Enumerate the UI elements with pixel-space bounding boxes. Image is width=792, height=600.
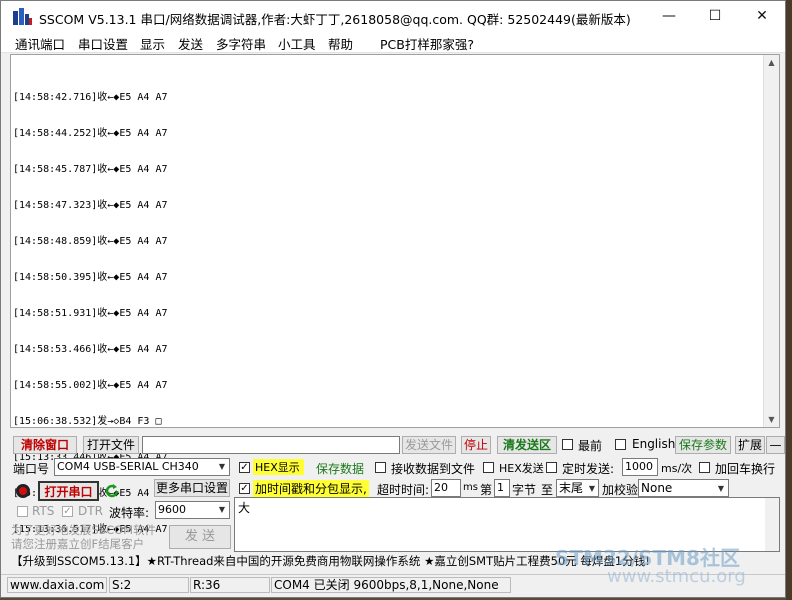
- log-line: [14:58:44.252]收←◆E5 A4 A7: [13, 128, 168, 139]
- recv-to-file-checkbox[interactable]: [375, 462, 386, 473]
- save-params-button[interactable]: 保存参数: [675, 436, 731, 454]
- menu-multi-string[interactable]: 多字符串: [216, 34, 266, 53]
- log-line: [14:58:48.859]收←◆E5 A4 A7: [13, 236, 168, 247]
- timeout-input[interactable]: 20: [431, 479, 461, 497]
- timestamp-checkbox[interactable]: ✓: [239, 483, 250, 494]
- rts-label: RTS: [32, 504, 55, 518]
- register-promo-text[interactable]: 为了更好地发展SSCOM软件 请您注册嘉立创F结尾客户: [11, 523, 156, 551]
- rts-checkbox[interactable]: [17, 506, 28, 517]
- timeout-unit-label: ms: [463, 482, 478, 493]
- save-data-button[interactable]: 保存数据: [316, 460, 364, 477]
- english-checkbox[interactable]: [615, 439, 626, 450]
- receive-area[interactable]: [14:58:42.716]收←◆E5 A4 A7 [14:58:44.252]…: [10, 54, 780, 535]
- log-line: [14:58:50.395]收←◆E5 A4 A7: [13, 272, 168, 283]
- add-crlf-checkbox[interactable]: [699, 462, 710, 473]
- menu-display[interactable]: 显示: [140, 34, 165, 53]
- log-line: [14:58:45.787]收←◆E5 A4 A7: [13, 164, 168, 175]
- receive-vertical-scrollbar[interactable]: ▲ ▼: [763, 55, 779, 427]
- hex-send-label: HEX发送: [499, 462, 544, 475]
- timed-send-checkbox[interactable]: [546, 462, 557, 473]
- log-line: [15:06:38.532]发→◇B4 F3 □: [13, 416, 162, 427]
- send-file-button[interactable]: 发送文件: [402, 436, 456, 454]
- title-bar: SSCOM V5.13.1 串口/网络数据调试器,作者:大虾丁丁,2618058…: [1, 1, 785, 32]
- hex-display-label: HEX显示: [253, 459, 304, 475]
- open-port-button[interactable]: 打开串口: [38, 481, 99, 501]
- send-text: 大: [238, 501, 251, 515]
- add-crlf-label: 加回车换行: [715, 462, 776, 476]
- sscom-logo-icon: [13, 8, 32, 25]
- chevron-down-icon[interactable]: ▼: [215, 505, 229, 514]
- scroll-down-icon[interactable]: ▼: [764, 412, 779, 427]
- menu-bar: 通讯端口 串口设置 显示 发送 多字符串 小工具 帮助 PCB打样那家强?: [1, 32, 785, 53]
- status-port-state: COM4 已关闭 9600bps,8,1,None,None: [271, 577, 511, 593]
- status-site-link[interactable]: www.daxia.com: [7, 577, 107, 593]
- desktop-background: [786, 0, 792, 600]
- to-label: 至: [541, 483, 554, 497]
- menu-send[interactable]: 发送: [178, 34, 203, 53]
- expand-button[interactable]: 扩展: [735, 436, 765, 454]
- app-window: SSCOM V5.13.1 串口/网络数据调试器,作者:大虾丁丁,2618058…: [0, 0, 786, 598]
- close-button[interactable]: ✕: [739, 1, 785, 32]
- stop-button[interactable]: 停止: [461, 436, 491, 454]
- menu-tools[interactable]: 小工具: [278, 34, 316, 53]
- log-line: [14:58:47.323]收←◆E5 A4 A7: [13, 200, 168, 211]
- chevron-down-icon[interactable]: ▼: [714, 484, 728, 493]
- send-scrollbar[interactable]: [765, 498, 779, 551]
- refresh-icon[interactable]: [104, 483, 120, 499]
- port-label: 端口号: [13, 462, 50, 476]
- window-title: SSCOM V5.13.1 串口/网络数据调试器,作者:大虾丁丁,2618058…: [39, 12, 631, 27]
- collapse-button[interactable]: —: [766, 436, 785, 454]
- file-path-input[interactable]: [142, 436, 400, 454]
- timed-unit-label: ms/次: [661, 462, 693, 475]
- baud-label: 波特率:: [109, 506, 150, 520]
- watermark-url: www.stmcu.org: [607, 566, 746, 587]
- send-button[interactable]: 发 送: [169, 525, 231, 549]
- byte-index-input[interactable]: 1: [494, 479, 510, 497]
- hex-display-checkbox[interactable]: ✓: [239, 462, 250, 473]
- hex-send-checkbox[interactable]: [483, 462, 494, 473]
- scroll-up-icon[interactable]: ▲: [764, 55, 779, 70]
- menu-help[interactable]: 帮助: [328, 34, 353, 53]
- timed-send-label: 定时发送:: [562, 462, 615, 476]
- menu-serial-settings[interactable]: 串口设置: [78, 34, 128, 53]
- port-status-light-icon: [16, 484, 30, 498]
- maximize-button[interactable]: ☐: [692, 1, 738, 32]
- timed-interval-input[interactable]: 1000: [622, 458, 658, 476]
- log-line: [14:58:53.466]收←◆E5 A4 A7: [13, 344, 168, 355]
- checksum-label: 加校验: [602, 483, 639, 497]
- log-line: [14:58:51.931]收←◆E5 A4 A7: [13, 308, 168, 319]
- port-select[interactable]: COM4 USB-SERIAL CH340: [54, 458, 230, 476]
- clear-window-button[interactable]: 清除窗口: [13, 436, 77, 454]
- timestamp-label: 加时间戳和分包显示,: [253, 480, 369, 497]
- minimize-button[interactable]: —: [646, 1, 692, 32]
- chevron-down-icon[interactable]: ▼: [585, 484, 599, 493]
- status-sent-count: S:2: [109, 577, 189, 593]
- status-recv-count: R:36: [190, 577, 270, 593]
- top-most-checkbox[interactable]: [562, 439, 573, 450]
- byte-prefix-label: 第: [480, 483, 493, 497]
- open-file-button[interactable]: 打开文件: [83, 436, 139, 454]
- dtr-label: DTR: [78, 504, 103, 518]
- byte-unit-label: 字节: [512, 483, 537, 497]
- log-line: [14:58:55.002]收←◆E5 A4 A7: [13, 380, 168, 391]
- dtr-checkbox[interactable]: ✓: [62, 506, 73, 517]
- english-label: English: [632, 437, 676, 451]
- menu-comm-port[interactable]: 通讯端口: [15, 34, 65, 53]
- menu-pcb-ad[interactable]: PCB打样那家强?: [380, 34, 474, 53]
- recv-to-file-label: 接收数据到文件: [391, 462, 476, 476]
- chevron-down-icon[interactable]: ▼: [215, 462, 229, 471]
- receive-horizontal-scrollbar[interactable]: [10, 428, 780, 435]
- log-line: [14:58:42.716]收←◆E5 A4 A7: [13, 92, 168, 103]
- clear-send-button[interactable]: 清发送区: [497, 436, 557, 454]
- more-serial-settings-button[interactable]: 更多串口设置: [154, 479, 230, 497]
- top-most-label: 最前: [578, 439, 603, 453]
- timeout-label: 超时时间:: [377, 483, 430, 497]
